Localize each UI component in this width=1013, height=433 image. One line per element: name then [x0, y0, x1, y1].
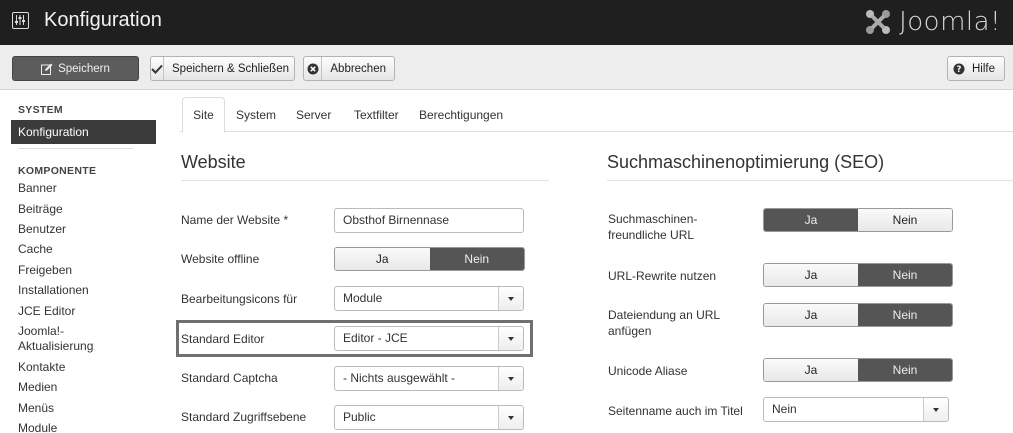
- sef-label-line2: freundliche URL: [608, 228, 695, 242]
- sef-toggle[interactable]: Ja Nein: [763, 208, 953, 232]
- cancel-button[interactable]: Abbrechen: [303, 56, 395, 81]
- sitename-select[interactable]: Nein: [763, 397, 949, 422]
- tab-site[interactable]: Site: [182, 97, 225, 133]
- rewrite-label: URL-Rewrite nutzen: [608, 269, 717, 283]
- sidebar-item-medien[interactable]: Medien: [18, 380, 57, 395]
- sidebar-item-kontakte[interactable]: Kontakte: [18, 360, 65, 375]
- joomla-logo-icon: [866, 10, 891, 34]
- sidebar-item-joomla-update-line2[interactable]: Aktualisierung: [18, 339, 93, 354]
- sidebar-item-joomla-update[interactable]: Joomla!-: [18, 324, 64, 339]
- edit-icons-select[interactable]: Module: [334, 286, 524, 311]
- offline-label: Website offline: [181, 252, 260, 266]
- website-section-divider: [181, 180, 549, 181]
- rewrite-no-option[interactable]: Nein: [858, 264, 952, 286]
- website-section-title: Website: [181, 152, 246, 172]
- site-name-label: Name der Website *: [181, 213, 289, 227]
- sidebar-item-jce-editor[interactable]: JCE Editor: [18, 304, 75, 319]
- sidebar-item-benutzer[interactable]: Benutzer: [18, 222, 66, 237]
- tab-system[interactable]: System: [236, 108, 276, 122]
- seo-section-divider: [607, 180, 1013, 181]
- config-tabs: Site System Server Textfilter Berechtigu…: [180, 97, 1013, 133]
- sidebar-item-banner[interactable]: Banner: [18, 181, 57, 196]
- suffix-label-line1: Dateiendung an URL: [608, 308, 721, 322]
- sidebar-item-module[interactable]: Module: [18, 421, 57, 433]
- joomla-logo[interactable]: Joomla!: [863, 6, 1001, 38]
- rewrite-toggle[interactable]: Ja Nein: [763, 263, 953, 287]
- sidebar-divider: [18, 148, 133, 149]
- access-value: Public: [343, 410, 376, 424]
- edit-icon: [41, 63, 53, 75]
- save-button[interactable]: Speichern: [12, 56, 139, 81]
- sef-label: Suchmaschinen- freundliche URL: [608, 211, 697, 243]
- cancel-label: Abbrechen: [330, 62, 386, 75]
- svg-text:?: ?: [957, 65, 962, 75]
- suffix-toggle[interactable]: Ja Nein: [763, 303, 953, 327]
- sidebar-item-konfiguration[interactable]: Konfiguration: [11, 120, 156, 144]
- suffix-yes-option[interactable]: Ja: [764, 304, 858, 326]
- editor-select[interactable]: Editor - JCE: [334, 326, 524, 351]
- check-icon: [151, 57, 164, 80]
- chevron-down-icon: [498, 327, 523, 350]
- save-close-label: Speichern & Schließen: [172, 62, 289, 75]
- sef-label-line1: Suchmaschinen-: [608, 212, 698, 226]
- chevron-down-icon: [498, 367, 523, 390]
- sidebar-item-menues[interactable]: Menüs: [18, 401, 54, 416]
- unicode-label: Unicode Aliase: [608, 364, 688, 378]
- sef-yes-option[interactable]: Ja: [764, 209, 858, 231]
- toolbar: Speichern Speichern & Schließen Abbreche…: [0, 45, 1013, 90]
- editor-label: Standard Editor: [181, 332, 265, 346]
- tab-server[interactable]: Server: [296, 108, 331, 122]
- site-name-input[interactable]: Obsthof Birnennase: [334, 208, 524, 233]
- sidebar-heading-system: SYSTEM: [18, 104, 63, 116]
- access-label: Standard Zugriffsebene: [181, 410, 307, 424]
- sidebar-heading-komponente: KOMPONENTE: [18, 165, 97, 177]
- suffix-label-line2: anfügen: [608, 324, 652, 338]
- page-title: Konfiguration: [44, 9, 162, 31]
- editor-value: Editor - JCE: [343, 331, 408, 345]
- unicode-yes-option[interactable]: Ja: [764, 359, 858, 381]
- question-icon: ?: [948, 57, 970, 80]
- logo-text: Joomla!: [899, 7, 1001, 37]
- chevron-down-icon: [498, 287, 523, 310]
- sitename-value: Nein: [772, 402, 797, 416]
- save-close-button[interactable]: Speichern & Schließen: [150, 56, 295, 81]
- sidebar-item-beitraege[interactable]: Beiträge: [18, 202, 63, 217]
- offline-yes-option[interactable]: Ja: [335, 248, 430, 270]
- sitename-label: Seitenname auch im Titel: [608, 404, 743, 418]
- sidebar-item-cache[interactable]: Cache: [18, 242, 53, 257]
- sidebar-item-installationen[interactable]: Installationen: [18, 283, 89, 298]
- unicode-no-option[interactable]: Nein: [858, 359, 952, 381]
- sliders-icon: [12, 12, 29, 29]
- access-select[interactable]: Public: [334, 405, 524, 430]
- seo-section-title: Suchmaschinenoptimierung (SEO): [607, 152, 885, 172]
- offline-toggle[interactable]: Ja Nein: [334, 247, 525, 271]
- sidebar-item-freigeben[interactable]: Freigeben: [18, 263, 72, 278]
- save-button-label: Speichern: [58, 62, 110, 75]
- captcha-select[interactable]: - Nichts ausgewählt -: [334, 366, 524, 391]
- help-button[interactable]: ? Hilfe: [947, 56, 1005, 81]
- help-label: Hilfe: [972, 62, 996, 75]
- chevron-down-icon: [498, 406, 523, 429]
- tab-berechtigungen[interactable]: Berechtigungen: [419, 108, 503, 122]
- suffix-no-option[interactable]: Nein: [858, 304, 952, 326]
- offline-no-option[interactable]: Nein: [429, 248, 524, 270]
- unicode-toggle[interactable]: Ja Nein: [763, 358, 953, 382]
- edit-icons-label: Bearbeitungsicons für: [181, 292, 298, 306]
- close-circle-icon: [304, 57, 323, 80]
- app-header: Konfiguration Joomla!: [0, 0, 1013, 45]
- captcha-label: Standard Captcha: [181, 371, 278, 385]
- tab-textfilter[interactable]: Textfilter: [354, 108, 399, 122]
- sef-no-option[interactable]: Nein: [858, 209, 952, 231]
- chevron-down-icon: [923, 398, 948, 421]
- captcha-value: - Nichts ausgewählt -: [343, 371, 456, 385]
- suffix-label: Dateiendung an URL anfügen: [608, 307, 720, 339]
- edit-icons-value: Module: [343, 291, 383, 305]
- rewrite-yes-option[interactable]: Ja: [764, 264, 858, 286]
